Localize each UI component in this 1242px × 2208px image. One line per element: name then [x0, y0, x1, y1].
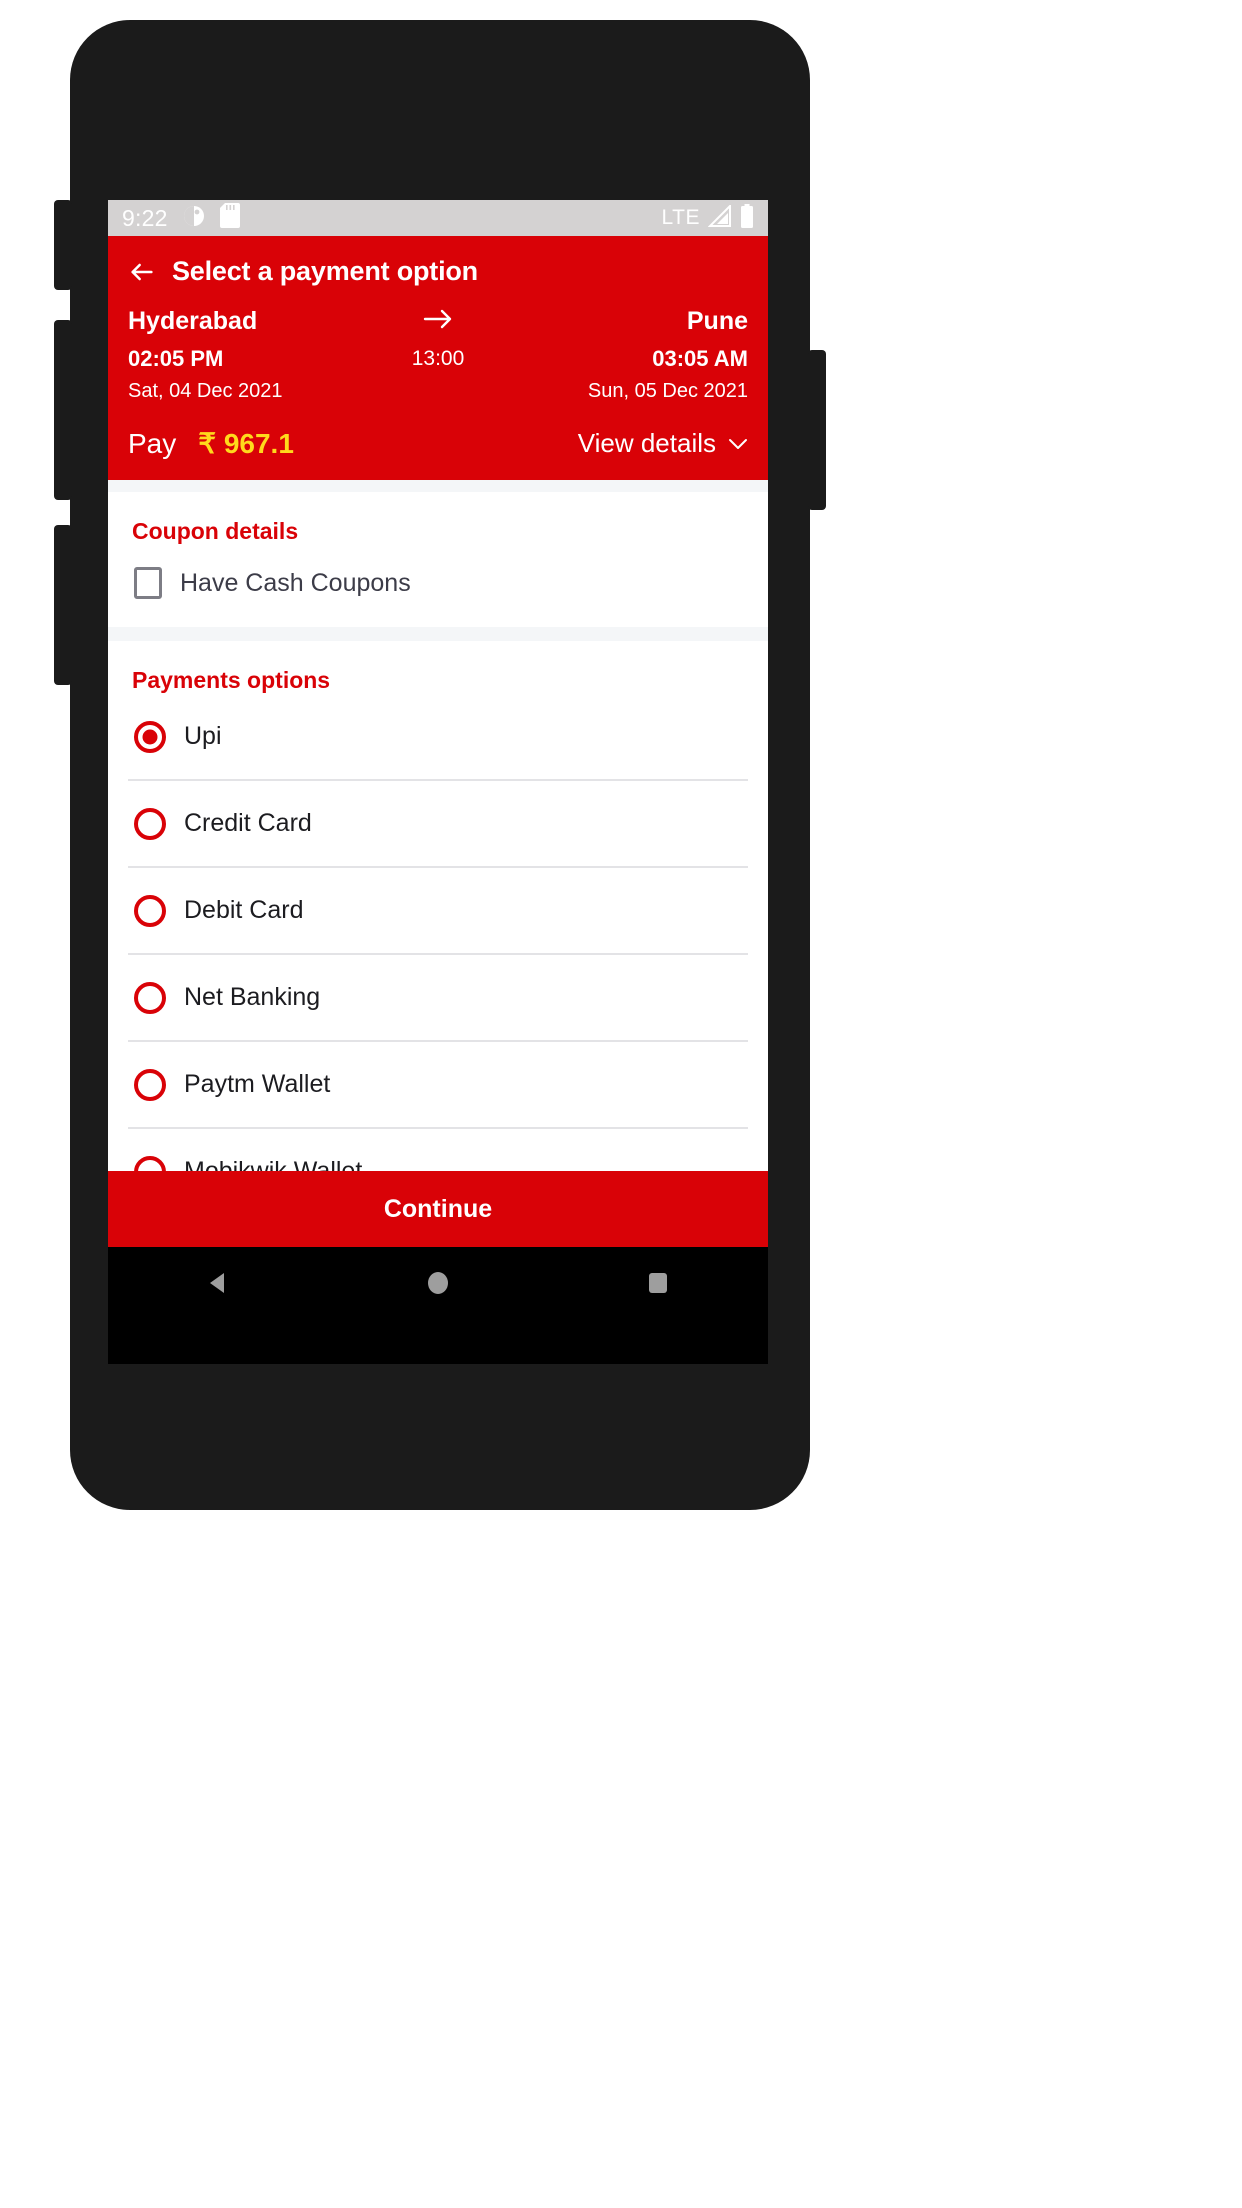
arrival-date: Sun, 05 Dec 2021 [587, 380, 748, 402]
payment-content-scroll[interactable]: Coupon details Have Cash Coupons Payment… [108, 480, 768, 1247]
journey-cities-row: Hyderabad Pune [128, 301, 748, 340]
radio-unselected-icon[interactable] [134, 894, 166, 927]
payment-option-label: Upi [184, 722, 222, 750]
arrival-time: 03:05 AM [652, 346, 748, 371]
have-cash-coupons-checkbox[interactable] [134, 567, 162, 599]
journey-summary: Hyderabad Pune 02:05 PM 13:00 03:05 AM S… [124, 301, 752, 413]
chevron-down-icon [728, 437, 748, 451]
departure-time: 02:05 PM [128, 346, 224, 371]
mute-switch-button[interactable] [54, 525, 72, 685]
nav-home-circle-icon[interactable] [421, 1266, 455, 1305]
volume-down-button[interactable] [54, 320, 72, 500]
have-cash-coupons-label: Have Cash Coupons [180, 568, 411, 597]
page-title: Select a payment option [172, 256, 478, 286]
status-bar-left: 9:22 [122, 203, 240, 233]
volume-up-button[interactable] [54, 200, 72, 290]
pay-summary-row: Pay ₹ 967.1 View details [124, 413, 752, 480]
pay-amount: ₹ 967.1 [198, 428, 294, 459]
arrow-right-icon [423, 307, 453, 331]
app-bar: Select a payment option Hyderabad Pune 0… [108, 236, 768, 480]
payment-option-row[interactable]: Upi [128, 694, 748, 781]
android-navigation-bar [108, 1247, 768, 1323]
destination-city: Pune [686, 307, 748, 335]
journey-times-row: 02:05 PM 13:00 03:05 AM [128, 340, 748, 376]
phone-screen: 9:22 LTE Select a payment option Hyderab… [108, 200, 768, 1364]
payment-option-row[interactable]: Credit Card [128, 781, 748, 868]
view-details-button[interactable]: View details [578, 428, 748, 459]
journey-direction-arrow [378, 307, 498, 336]
do-not-disturb-icon [182, 204, 206, 233]
status-bar: 9:22 LTE [108, 200, 768, 236]
coupon-section-title: Coupon details [132, 518, 299, 544]
back-arrow-icon[interactable] [128, 258, 156, 286]
status-bar-right: LTE [661, 203, 754, 233]
payment-option-label: Paytm Wallet [184, 1070, 331, 1098]
radio-unselected-icon[interactable] [134, 981, 166, 1014]
phone-device-frame: 9:22 LTE Select a payment option Hyderab… [54, 20, 826, 1510]
coupon-details-card: Coupon details Have Cash Coupons [108, 492, 768, 627]
payment-option-label: Net Banking [184, 983, 321, 1011]
nav-recents-square-icon[interactable] [641, 1266, 675, 1305]
battery-icon [740, 203, 754, 233]
pay-label: Pay [128, 427, 177, 459]
continue-button[interactable]: Continue [108, 1171, 768, 1247]
signal-icon [707, 203, 732, 232]
radio-unselected-icon[interactable] [134, 807, 166, 840]
have-cash-coupons-row[interactable]: Have Cash Coupons [128, 545, 748, 603]
nav-back-triangle-icon[interactable] [201, 1266, 235, 1305]
app-bar-top-row: Select a payment option [124, 252, 752, 301]
radio-selected-icon[interactable] [134, 720, 166, 753]
sd-card-icon [219, 203, 240, 233]
status-clock: 9:22 [122, 204, 168, 231]
network-type-label: LTE [661, 206, 700, 229]
payment-option-label: Credit Card [184, 809, 312, 837]
radio-unselected-icon[interactable] [134, 1068, 166, 1101]
journey-dates-row: Sat, 04 Dec 2021 Sun, 05 Dec 2021 [128, 376, 748, 413]
payment-option-row[interactable]: Paytm Wallet [128, 1042, 748, 1129]
payment-option-row[interactable]: Debit Card [128, 868, 748, 955]
payments-options-card: Payments options Upi Credit Card Debit Car… [108, 641, 768, 1216]
payment-options-list: Upi Credit Card Debit Card Net Banking Paytm… [128, 694, 748, 1216]
payment-option-label: Debit Card [184, 896, 304, 924]
payments-section-title: Payments options [132, 667, 331, 693]
power-button[interactable] [808, 350, 826, 510]
view-details-label: View details [577, 428, 716, 458]
departure-date: Sat, 04 Dec 2021 [128, 380, 283, 402]
origin-city: Hyderabad [128, 307, 258, 335]
payment-option-row[interactable]: Net Banking [128, 955, 748, 1042]
journey-duration: 13:00 [411, 347, 465, 370]
